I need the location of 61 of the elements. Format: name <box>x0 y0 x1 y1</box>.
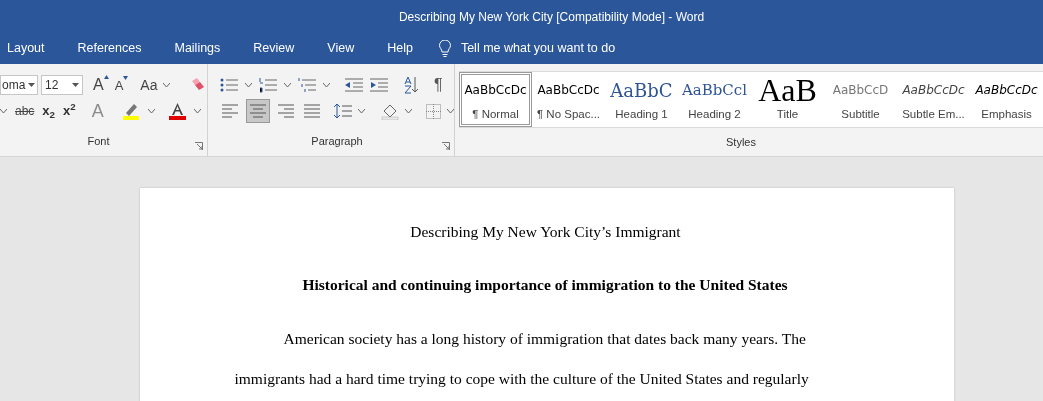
clear-formatting-icon[interactable] <box>190 78 207 92</box>
dialog-launcher-icon[interactable] <box>442 142 450 150</box>
dropdown-caret-icon[interactable] <box>323 83 330 87</box>
shading-icon[interactable] <box>381 102 399 120</box>
dropdown-caret-icon[interactable] <box>447 109 454 113</box>
ribbon-tab[interactable]: Mailings <box>173 35 222 62</box>
window-title: Describing My New York City [Compatibility Mode] - Word <box>398 8 705 26</box>
ribbon-tab[interactable]: View <box>326 35 356 62</box>
ribbon-tab[interactable]: Review <box>252 35 296 62</box>
line-spacing-icon[interactable] <box>334 103 352 119</box>
font-name-field[interactable]: oma <box>0 75 38 95</box>
change-case-button[interactable]: Aa <box>140 74 158 96</box>
tell-me-field[interactable]: Tell me what you want to do <box>460 39 616 58</box>
dropdown-caret-icon[interactable] <box>358 109 365 113</box>
bullets-icon[interactable] <box>220 77 238 93</box>
style-option[interactable]: AaBbCcDc Subtle Em... <box>897 72 970 127</box>
sort-icon[interactable] <box>403 76 419 94</box>
decrease-indent-icon[interactable] <box>345 78 363 92</box>
grow-font-button[interactable]: A <box>93 73 104 97</box>
document-title: Describing My New York City’s Immigrant <box>410 222 681 242</box>
style-option[interactable]: AaB Title <box>751 72 824 127</box>
multilevel-list-icon[interactable] <box>298 77 316 93</box>
group-label: Font <box>87 133 110 149</box>
style-option[interactable]: AaBbCcDc ¶ No Spac... <box>532 72 605 127</box>
ribbon-tab[interactable]: References <box>76 35 143 62</box>
dropdown-caret-icon[interactable] <box>193 109 201 113</box>
style-option[interactable]: AaBbCcDc Emphasis <box>970 72 1043 127</box>
subscript-button[interactable]: x$_{2}$ <box>42 101 56 121</box>
dialog-launcher-icon[interactable] <box>195 142 203 150</box>
show-marks-button[interactable]: ¶ <box>434 73 443 97</box>
dropdown-caret-icon[interactable] <box>0 109 7 113</box>
superscript-button[interactable]: x$^{2}$ <box>63 101 76 121</box>
borders-icon[interactable] <box>426 103 441 119</box>
down-triangle-icon <box>123 76 129 81</box>
group-label: Paragraph <box>311 133 363 149</box>
lightbulb-icon <box>438 40 451 57</box>
dropdown-caret-icon[interactable] <box>284 83 291 87</box>
body-text-line: immigrants had a hard time trying to cope with the culture of the United States and regularly <box>234 368 809 389</box>
document-heading: Historical and continuing importance of immigration to the United States <box>302 275 788 296</box>
shrink-font-button[interactable]: A <box>114 76 124 96</box>
style-option[interactable]: AaBbC Heading 1 <box>605 72 678 127</box>
ribbon-tab[interactable]: Layout <box>6 35 46 62</box>
font-color-icon[interactable] <box>168 102 186 120</box>
dropdown-caret-icon[interactable] <box>147 109 155 113</box>
style-option[interactable]: AaBbCcD Subtitle <box>824 72 897 127</box>
increase-indent-icon[interactable] <box>370 78 388 92</box>
style-option[interactable]: AaBbCcDc ¶ Normal <box>459 72 532 127</box>
style-option[interactable]: AaBbCcl Heading 2 <box>678 72 751 127</box>
dropdown-caret-icon[interactable] <box>245 83 252 87</box>
dropdown-caret-icon[interactable] <box>72 83 79 87</box>
dropdown-caret-icon[interactable] <box>163 83 171 87</box>
body-text-line: American society has a long history of immigration that dates back many years. The <box>283 328 806 349</box>
group-label: Styles <box>726 134 756 150</box>
numbering-icon[interactable] <box>259 77 277 93</box>
up-triangle-icon <box>103 75 109 79</box>
dropdown-caret-icon[interactable] <box>28 83 35 87</box>
highlighter-icon[interactable] <box>121 102 140 120</box>
ribbon-tab[interactable]: Help <box>386 35 414 62</box>
font-size-field[interactable]: 12 <box>41 75 83 95</box>
strikethrough-button[interactable]: abc <box>15 102 35 120</box>
dropdown-caret-icon[interactable] <box>405 109 412 113</box>
